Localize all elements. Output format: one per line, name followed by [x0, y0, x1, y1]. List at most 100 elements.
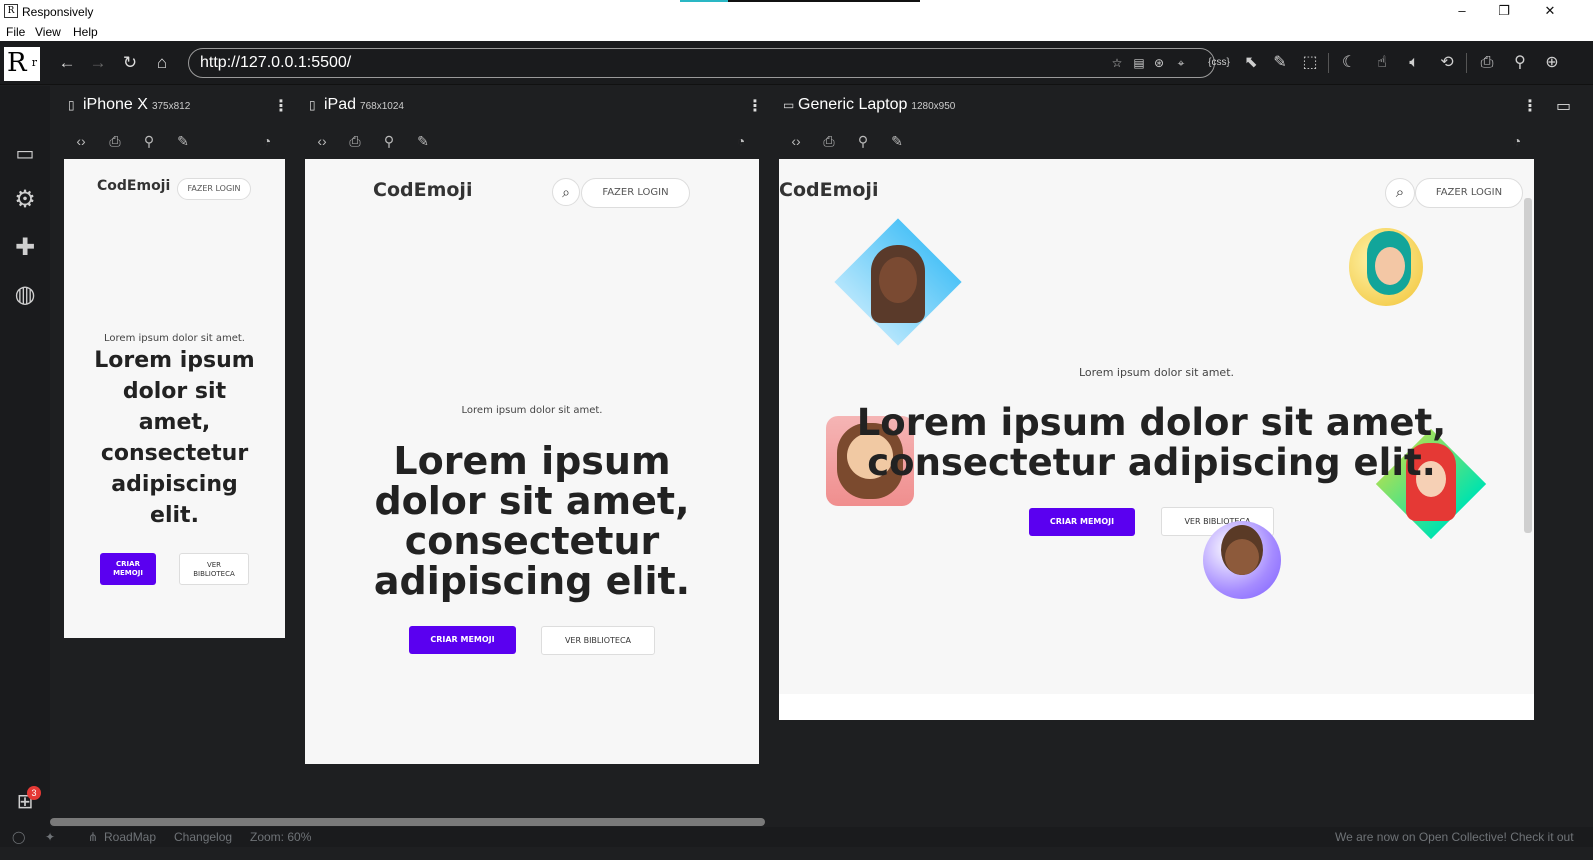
- code-icon[interactable]: ‹›: [311, 130, 333, 152]
- home-icon[interactable]: ⌂: [150, 51, 174, 75]
- clear-cookies-icon[interactable]: ⊛: [1151, 55, 1167, 71]
- edit-icon[interactable]: ✎: [886, 130, 908, 152]
- device-toolbar-ipad: ‹› ⎙ ⚲ ✎ ◔: [311, 130, 759, 152]
- device-header-iphone: ▯ iPhone X 375x812: [68, 96, 190, 122]
- library-button[interactable]: VER BIBLIOTECA: [541, 626, 655, 655]
- rotate-icon[interactable]: ◔: [256, 130, 278, 152]
- laptop-icon: ▭: [783, 98, 795, 112]
- device-size: 768x1024: [360, 101, 404, 112]
- device-menu-icon[interactable]: ⋮: [1522, 96, 1538, 116]
- library-button[interactable]: VER BIBLIOTECA: [179, 553, 249, 585]
- css-icon[interactable]: {css}: [1207, 51, 1231, 75]
- search-icon[interactable]: ⌕: [552, 178, 580, 206]
- toolbar-divider: [1466, 53, 1467, 73]
- devices-icon[interactable]: ▭: [9, 138, 41, 170]
- zoom-icon[interactable]: ⊕: [1540, 51, 1564, 75]
- hero-kicker: Lorem ipsum dolor sit amet.: [104, 333, 245, 344]
- horizontal-scrollbar[interactable]: [50, 818, 765, 826]
- laptop-vertical-scrollbar[interactable]: [1524, 198, 1532, 533]
- login-button[interactable]: FAZER LOGIN: [1415, 178, 1523, 208]
- status-bar: ◯ ✦ ⋔ RoadMap Changelog Zoom: 60% We are…: [0, 827, 1593, 847]
- permissions-icon[interactable]: ⌖: [1173, 55, 1189, 71]
- restore-icon[interactable]: ❐: [1494, 2, 1514, 20]
- ipad-viewport[interactable]: CodEmoji ⌕ FAZER LOGIN Lorem ipsum dolor…: [305, 159, 759, 764]
- plug-icon[interactable]: ⚲: [378, 130, 400, 152]
- gift-badge: 3: [27, 786, 41, 800]
- address-bar[interactable]: ☆ ▤ ⊛ ⌖: [188, 48, 1215, 78]
- speaker-icon[interactable]: 🔈︎: [1402, 51, 1426, 75]
- create-memoji-button[interactable]: CRIAR MEMOJI: [1029, 508, 1135, 536]
- inspect-icon[interactable]: ⬚: [1298, 51, 1322, 75]
- memoji-face-curly-skin: [1225, 539, 1259, 575]
- device-size: 375x812: [151, 101, 191, 112]
- window-title: Responsively: [22, 5, 94, 19]
- screenshot-icon[interactable]: ⎙: [104, 130, 126, 152]
- puzzle-icon[interactable]: ✚: [9, 232, 41, 264]
- screenshot-icon[interactable]: ⎙: [344, 130, 366, 152]
- laptop-viewport[interactable]: CodEmoji ⌕ FAZER LOGIN Lorem ipsum dolor…: [779, 159, 1534, 720]
- site-brand[interactable]: CodEmoji: [779, 179, 878, 201]
- create-memoji-button[interactable]: CRIAR MEMOJI: [409, 626, 516, 654]
- roadmap-link[interactable]: RoadMap: [104, 830, 156, 844]
- reload-icon[interactable]: ↻: [118, 51, 142, 75]
- iphone-viewport[interactable]: CodEmoji FAZER LOGIN Lorem ipsum dolor s…: [64, 159, 285, 638]
- next-device-icon[interactable]: ▭: [1556, 96, 1571, 116]
- login-button[interactable]: FAZER LOGIN: [177, 178, 251, 200]
- edit-icon[interactable]: ✎: [1268, 51, 1292, 75]
- app-small-logo-icon: R: [4, 4, 18, 18]
- rotate-icon[interactable]: ⟲: [1435, 51, 1459, 75]
- device-name: Generic Laptop: [798, 96, 908, 113]
- menu-file[interactable]: File: [6, 25, 25, 39]
- url-input[interactable]: [200, 54, 1080, 72]
- twitter-icon[interactable]: ✦: [45, 830, 55, 844]
- clear-storage-icon[interactable]: ▤: [1131, 55, 1147, 71]
- screenshot-icon[interactable]: ⎙: [818, 130, 840, 152]
- device-menu-icon[interactable]: ⋮: [747, 96, 763, 116]
- gear-icon[interactable]: ⚙: [9, 184, 41, 216]
- back-icon[interactable]: ←: [55, 51, 79, 75]
- title-bar: R Responsively – ❐ ✕: [0, 0, 1593, 23]
- toolbar: Rr ← → ↻ ⌂ ☆ ▤ ⊛ ⌖ {css} ⬉ ✎ ⬚ ☾ ☝ 🔈︎ ⟲ …: [0, 41, 1593, 85]
- search-icon[interactable]: ⌕: [1385, 178, 1415, 208]
- bottom-strip: [0, 847, 1593, 860]
- roadmap-icon: ⋔: [88, 830, 99, 844]
- edit-icon[interactable]: ✎: [172, 130, 194, 152]
- login-button[interactable]: FAZER LOGIN: [581, 178, 690, 208]
- app-logo-letter: R: [7, 48, 27, 78]
- site-brand[interactable]: CodEmoji: [373, 179, 472, 201]
- bookmark-star-icon[interactable]: ☆: [1109, 55, 1125, 71]
- rotate-icon[interactable]: ◔: [730, 130, 752, 152]
- device-header-ipad: ▯ iPad 768x1024: [309, 96, 404, 122]
- rotate-icon[interactable]: ◔: [1506, 130, 1528, 152]
- hero-kicker: Lorem ipsum dolor sit amet.: [1078, 366, 1235, 379]
- plug-icon[interactable]: ⚲: [138, 130, 160, 152]
- device-size: 1280x950: [911, 101, 956, 112]
- forward-icon[interactable]: →: [86, 51, 110, 75]
- menu-help[interactable]: Help: [73, 25, 98, 39]
- device-menu-icon[interactable]: ⋮: [273, 96, 289, 116]
- create-memoji-button[interactable]: CRIAR MEMOJI: [100, 553, 156, 585]
- open-collective-message[interactable]: We are now on Open Collective! Check it …: [1335, 830, 1574, 844]
- hero-kicker: Lorem ipsum dolor sit amet.: [461, 405, 603, 416]
- zoom-readout: Zoom: 60%: [250, 830, 312, 844]
- plug-icon[interactable]: ⚲: [1508, 51, 1532, 75]
- touch-icon[interactable]: ☝: [1370, 51, 1394, 75]
- changelog-link[interactable]: Changelog: [174, 830, 232, 844]
- code-icon[interactable]: ‹›: [785, 130, 807, 152]
- tablet-icon: ▯: [309, 98, 316, 112]
- menu-view[interactable]: View: [35, 25, 61, 39]
- code-icon[interactable]: ‹›: [70, 130, 92, 152]
- minimize-icon[interactable]: –: [1452, 2, 1472, 20]
- toolbar-divider: [1328, 53, 1329, 73]
- github-icon[interactable]: ◯: [12, 830, 25, 844]
- close-icon[interactable]: ✕: [1540, 2, 1560, 20]
- edit-icon[interactable]: ✎: [412, 130, 434, 152]
- globe-icon[interactable]: ◍: [9, 279, 41, 311]
- screenshot-icon[interactable]: ⎙: [1475, 51, 1499, 75]
- moon-icon[interactable]: ☾: [1337, 51, 1361, 75]
- device-name: iPhone X: [83, 96, 148, 113]
- site-brand[interactable]: CodEmoji: [97, 178, 170, 194]
- pointer-icon[interactable]: ⬉: [1239, 51, 1263, 75]
- plug-icon[interactable]: ⚲: [852, 130, 874, 152]
- app-logo: Rr: [4, 47, 40, 81]
